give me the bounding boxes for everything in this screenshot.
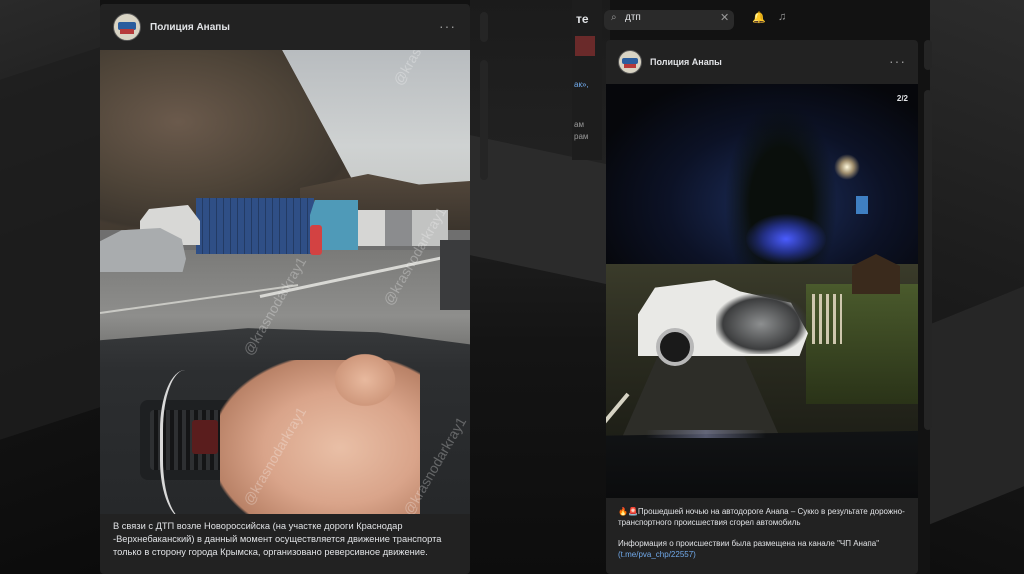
post-link[interactable]: (t.me/pva_chp/22557) [618,550,696,559]
photo-cable [160,370,223,514]
post-header: Полиция Анапы ··· [100,4,470,50]
post-photo[interactable]: 2/2 [606,84,918,498]
post-text-line: 🔥🚨Прошедшей ночью на автодороге Анапа – … [618,507,905,528]
post-text: В связи с ДТП возле Новороссийска (на уч… [113,521,442,557]
scroll-edge [924,90,932,430]
search-input[interactable] [625,12,715,23]
post-text-line: Информация о происшествии была размещена… [618,539,880,549]
photo-hand [330,350,400,410]
post-card-left: Полиция Анапы ··· @krasnodarkray1 @krasn… [100,4,470,574]
photo-damaged-car [100,228,186,272]
scroll-edge [480,12,488,42]
avatar[interactable] [113,13,141,41]
post-card-right: Полиция Анапы ··· 2/2 🔥🚨Прошедшей ночью … [606,40,918,574]
more-options-icon[interactable]: ··· [439,18,456,34]
more-options-icon[interactable]: ··· [889,53,906,69]
photo-car [440,240,470,310]
photo-road-sign [856,196,868,214]
photo-counter: 2/2 [896,94,908,103]
bell-icon[interactable]: 🔔 [752,11,766,24]
post-text: 🔥🚨Прошедшей ночью на автодороге Анапа – … [618,506,910,560]
photo-dashboard-reflection [646,430,766,438]
photo-car-wreck [716,294,806,354]
close-icon[interactable]: ✕ [720,11,729,24]
music-icon[interactable]: ♫ [778,11,786,23]
fragment-thumbnail [575,36,595,56]
fragment-text: ак», [574,80,589,89]
photo-police-light [746,214,826,264]
fragment-text: ам [574,120,584,129]
photo-street-light [834,154,860,180]
avatar[interactable] [618,50,642,74]
search-icon: ⌕ [611,12,617,23]
fragment-title: те [576,12,589,26]
photo-truck-trailer [196,198,314,254]
photo-fence [812,294,842,344]
photo-person [310,225,322,255]
post-author[interactable]: Полиция Анапы [650,57,722,67]
post-header: Полиция Анапы ··· [606,40,918,84]
scroll-edge [480,60,488,180]
post-photo[interactable]: @krasnodarkray1 @krasnodarkray1 @krasnod… [100,50,470,514]
photo-car-wheel [656,328,694,366]
scroll-edge [924,40,932,70]
post-author[interactable]: Полиция Анапы [150,22,230,33]
fragment-text: рам [574,132,589,141]
